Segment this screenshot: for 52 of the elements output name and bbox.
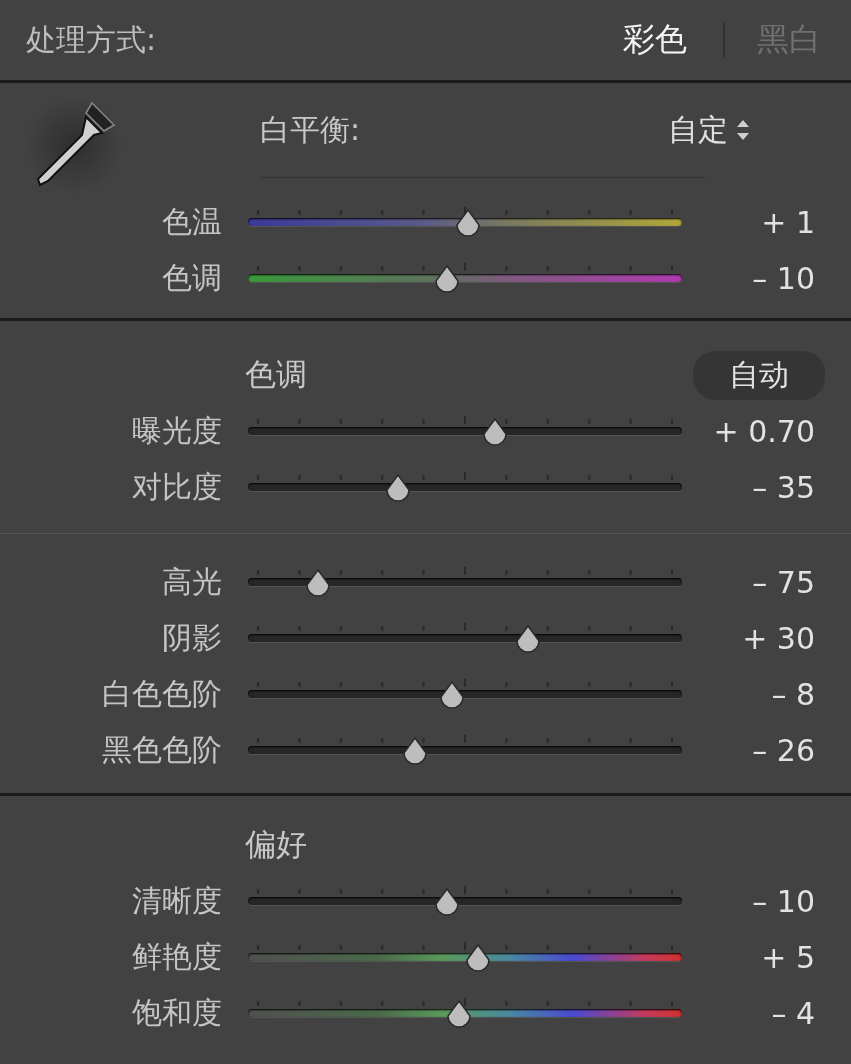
slider-value: + 5 [761,939,815,975]
slider-thumb[interactable] [303,569,332,597]
wb-preset-dropdown[interactable]: 自定 [668,109,750,151]
slider-value: – 35 [752,469,815,505]
slider-track[interactable] [248,416,682,446]
slider-thumb[interactable] [444,1000,473,1028]
slider-value: – 10 [752,883,815,919]
slider-value: + 0.70 [713,413,815,449]
slider-thumb[interactable] [454,209,483,237]
slider-label: 曝光度 [132,411,222,450]
slider-thumb[interactable] [513,625,542,653]
slider-track[interactable] [248,998,682,1028]
slider-value: + 30 [742,620,815,656]
slider-label: 清晰度 [132,881,222,920]
updown-icon [736,119,750,141]
slider-label: 对比度 [132,467,222,506]
slider-thumb[interactable] [464,944,492,972]
slider-value: – 10 [752,260,815,296]
slider-label: 色调 [162,258,222,297]
slider-value: – 26 [752,732,815,768]
slider-track[interactable] [248,886,682,916]
slider-track[interactable] [248,567,682,597]
treatment-option[interactable]: 彩色 [623,18,687,62]
slider-thumb[interactable] [432,265,461,293]
slider-value: – 75 [752,564,815,600]
slider-track[interactable] [248,263,682,293]
slider-track[interactable] [248,942,682,972]
slider-label: 白色色阶 [102,674,222,713]
slider-label: 鲜艳度 [132,937,222,976]
auto-button[interactable]: 自动 [693,350,825,400]
section-heading: 偏好 [245,825,308,864]
wb-label: 白平衡: [260,110,361,149]
slider-label: 黑色色阶 [102,730,222,769]
slider-thumb[interactable] [432,888,461,916]
slider-track[interactable] [248,472,682,502]
slider-label: 高光 [162,562,222,601]
slider-label: 色温 [162,202,222,241]
slider-value: – 4 [771,995,815,1031]
slider-value: – 8 [771,676,815,712]
slider-track[interactable] [248,735,682,765]
treatment-label: 处理方式: [26,20,158,59]
section-heading: 色调 [245,355,308,394]
slider-track[interactable] [248,623,682,653]
slider-track[interactable] [248,679,682,709]
slider-thumb[interactable] [480,418,509,446]
slider-thumb[interactable] [437,681,466,709]
slider-value: + 1 [761,204,815,240]
slider-thumb[interactable] [384,474,413,502]
slider-track[interactable] [248,207,682,237]
slider-thumb[interactable] [401,737,430,765]
slider-label: 饱和度 [132,993,222,1032]
slider-label: 阴影 [162,618,222,657]
